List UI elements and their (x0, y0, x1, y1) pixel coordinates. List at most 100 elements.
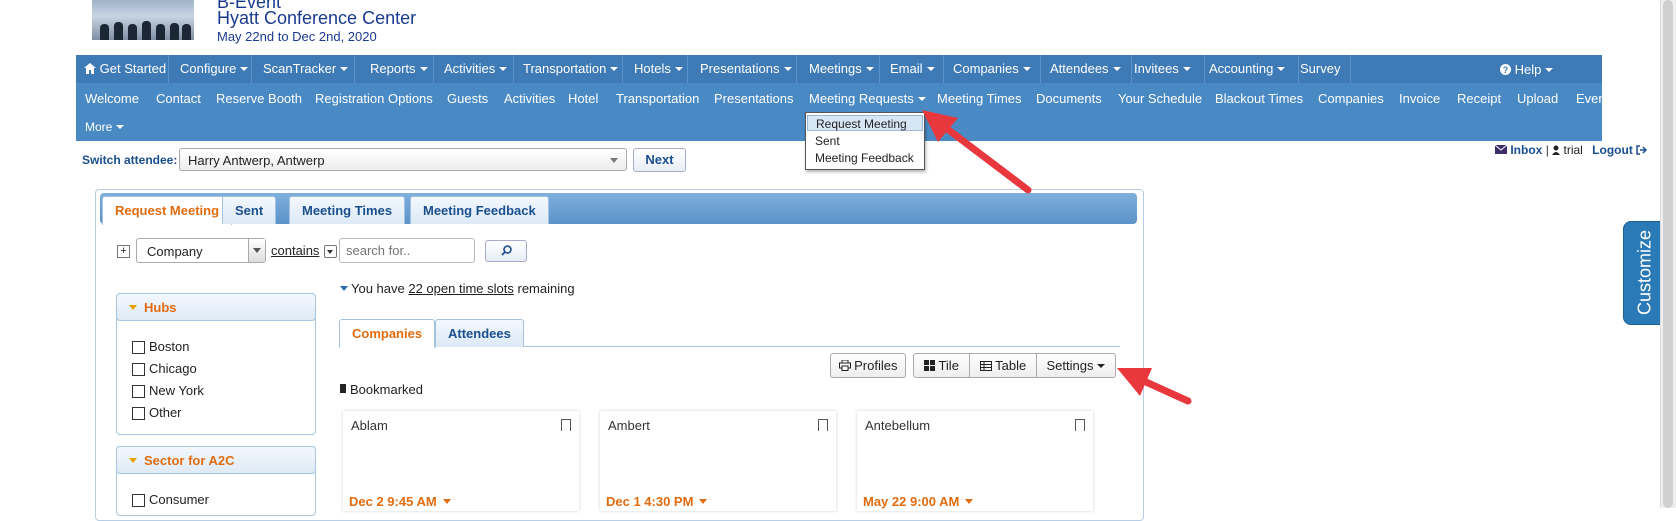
card-company-name: Ablam (351, 418, 388, 433)
nav-email[interactable]: Email (890, 61, 935, 76)
scrollbar-thumb[interactable] (1663, 0, 1673, 508)
nav-scantracker[interactable]: ScanTracker (263, 61, 349, 76)
svg-text:?: ? (1503, 65, 1509, 75)
card-time-select[interactable]: Dec 1 4:30 PM (606, 494, 708, 509)
collapse-icon[interactable] (340, 286, 348, 291)
tab-meeting-times[interactable]: Meeting Times (289, 196, 406, 224)
customize-tab[interactable]: Customize (1623, 221, 1663, 325)
nav-attendees[interactable]: Attendees (1050, 61, 1121, 76)
event-dates: May 22nd to Dec 2nd, 2020 (217, 29, 377, 44)
search-input[interactable] (339, 238, 475, 263)
chevron-down-icon (340, 67, 349, 71)
settings-button[interactable]: Settings (1036, 353, 1116, 378)
nav-help[interactable]: ? Help (1500, 62, 1554, 77)
checkbox-new-york[interactable] (132, 385, 145, 398)
nav-activities[interactable]: Activities (444, 61, 508, 76)
subnav-activities[interactable]: Activities (504, 91, 555, 106)
checkbox-other[interactable] (132, 407, 145, 420)
nav-get-started[interactable]: Get Started (84, 61, 166, 76)
user-name: trial (1552, 143, 1583, 157)
nav-accounting[interactable]: Accounting (1209, 61, 1286, 76)
checkbox-chicago[interactable] (132, 363, 145, 376)
subnav-event-list[interactable]: Event List (1576, 91, 1633, 106)
grid-icon (924, 360, 936, 371)
subtab-companies[interactable]: Companies (339, 319, 436, 348)
subnav-meeting-requests[interactable]: Meeting Requests (809, 91, 926, 106)
checkbox-consumer[interactable] (132, 494, 145, 507)
card-company-name: Ambert (608, 418, 650, 433)
tab-request-meeting[interactable]: Request Meeting (102, 196, 233, 225)
subnav-welcome[interactable]: Welcome (85, 91, 139, 106)
table-view-button[interactable]: Table (969, 353, 1037, 378)
nav-invitees[interactable]: Invitees (1134, 61, 1191, 76)
company-card[interactable]: Antebellum May 22 9:00 AM (857, 411, 1093, 511)
card-time-select[interactable]: Dec 2 9:45 AM (349, 494, 451, 509)
subnav-your-schedule[interactable]: Your Schedule (1118, 91, 1202, 106)
inbox-link[interactable]: Inbox (1494, 143, 1542, 157)
nav-hotels[interactable]: Hotels (634, 61, 683, 76)
filter-operator-dropdown[interactable] (324, 245, 337, 258)
nav-survey[interactable]: Survey (1300, 61, 1340, 76)
subnav-more[interactable]: More (85, 120, 125, 134)
nav-reports[interactable]: Reports (370, 61, 428, 76)
chevron-down-icon (116, 125, 125, 129)
subnav-presentations[interactable]: Presentations (714, 91, 794, 106)
logout-link[interactable]: Logout (1592, 143, 1648, 157)
bookmark-icon[interactable] (1075, 419, 1085, 431)
attendee-select-value: Harry Antwerp, Antwerp (188, 153, 325, 168)
company-card[interactable]: Ambert Dec 1 4:30 PM (600, 411, 836, 511)
checkbox-boston[interactable] (132, 341, 145, 354)
attendee-select[interactable]: Harry Antwerp, Antwerp (179, 148, 627, 171)
option-label: New York (149, 383, 204, 398)
subnav-transportation[interactable]: Transportation (616, 91, 699, 106)
bookmark-icon[interactable] (561, 419, 571, 431)
dropdown-request-meeting[interactable]: Request Meeting (807, 115, 923, 131)
facet-hubs-title: Hubs (144, 300, 177, 315)
bookmark-icon[interactable] (818, 419, 828, 431)
subnav-hotel[interactable]: Hotel (568, 91, 598, 106)
open-slots-link[interactable]: 22 open time slots (408, 281, 514, 296)
chevron-down-icon (917, 97, 926, 101)
nav-presentations[interactable]: Presentations (700, 61, 792, 76)
filter-operator[interactable]: contains (271, 243, 319, 258)
option-label: Chicago (149, 361, 197, 376)
subnav-receipt[interactable]: Receipt (1457, 91, 1501, 106)
subnav-documents[interactable]: Documents (1036, 91, 1102, 106)
chevron-down-icon (865, 67, 874, 71)
tab-sent[interactable]: Sent (222, 196, 277, 224)
profiles-button[interactable]: Profiles (830, 353, 906, 378)
nav-companies[interactable]: Companies (953, 61, 1031, 76)
top-nav: Get Started Configure ScanTracker Report… (76, 55, 1602, 83)
add-filter-button[interactable]: + (117, 245, 130, 258)
filter-field-select[interactable]: Company (136, 238, 266, 263)
subnav-contact[interactable]: Contact (156, 91, 201, 106)
subnav-guests[interactable]: Guests (447, 91, 488, 106)
card-time-select[interactable]: May 22 9:00 AM (863, 494, 974, 509)
tile-view-button[interactable]: Tile (913, 353, 970, 378)
chevron-down-icon (610, 158, 618, 163)
event-logo (92, 0, 194, 40)
option-label: Boston (149, 339, 190, 354)
nav-configure[interactable]: Configure (180, 61, 249, 76)
print-icon (838, 359, 851, 371)
dropdown-sent[interactable]: Sent (807, 133, 923, 149)
subnav-blackout-times[interactable]: Blackout Times (1215, 91, 1303, 106)
subnav-upload[interactable]: Upload (1517, 91, 1558, 106)
subnav-reserve-booth[interactable]: Reserve Booth (216, 91, 302, 106)
chevron-down-icon (1112, 67, 1121, 71)
collapse-icon (129, 305, 137, 310)
subnav-companies[interactable]: Companies (1318, 91, 1384, 106)
tab-meeting-feedback[interactable]: Meeting Feedback (410, 196, 549, 224)
chevron-down-icon (1022, 67, 1031, 71)
subnav-registration-options[interactable]: Registration Options (315, 91, 433, 106)
dropdown-meeting-feedback[interactable]: Meeting Feedback (807, 150, 923, 166)
company-card[interactable]: Ablam Dec 2 9:45 AM (343, 411, 579, 511)
nav-meetings[interactable]: Meetings (809, 61, 874, 76)
search-button[interactable] (485, 240, 527, 262)
next-button[interactable]: Next (633, 148, 686, 172)
option-label: Other (149, 405, 182, 420)
subnav-meeting-times[interactable]: Meeting Times (937, 91, 1022, 106)
subnav-invoice[interactable]: Invoice (1399, 91, 1440, 106)
nav-transportation[interactable]: Transportation (523, 61, 619, 76)
subtab-attendees[interactable]: Attendees (435, 319, 524, 347)
